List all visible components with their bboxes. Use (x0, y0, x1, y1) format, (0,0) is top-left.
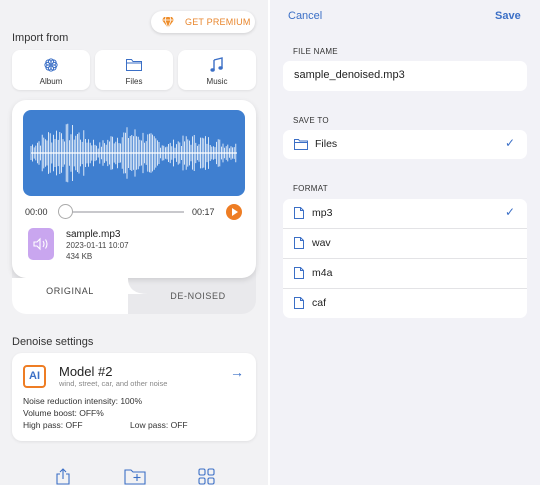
grid-icon[interactable] (198, 468, 215, 485)
format-label-m4a: m4a (312, 267, 333, 279)
import-album-label: Album (39, 77, 63, 86)
low-pass-setting: Low pass: OFF (130, 420, 188, 430)
folder-add-icon[interactable] (124, 468, 146, 485)
format-option-wav[interactable]: wav (283, 229, 527, 258)
checkmark-icon: ✓ (504, 136, 515, 150)
share-icon[interactable] (55, 468, 71, 485)
format-label-caf: caf (312, 297, 327, 309)
folder-icon (126, 59, 142, 71)
import-music-label: Music (206, 77, 228, 86)
get-premium-label: GET PREMIUM (185, 17, 251, 27)
save-button[interactable]: Save (495, 10, 521, 22)
save-to-label: SAVE TO (293, 116, 329, 125)
file-name: sample.mp3 (66, 229, 121, 240)
save-dialog-panel: Cancel Save FILE NAME sample_denoised.mp… (270, 0, 540, 485)
file-size: 434 KB (66, 252, 93, 261)
format-label-wav: wav (312, 237, 331, 249)
diamond-icon (162, 16, 174, 29)
import-album-button[interactable]: Album (12, 50, 90, 90)
format-option-mp3[interactable]: mp3 ✓ (283, 199, 527, 228)
save-to-row[interactable]: Files ✓ (283, 130, 527, 159)
file-date: 2023-01-11 10:07 (66, 241, 129, 250)
high-pass-setting: High pass: OFF (23, 420, 83, 430)
speaker-icon (33, 237, 48, 251)
format-label-mp3: mp3 (312, 207, 333, 219)
import-from-heading: Import from (12, 32, 69, 44)
document-icon (294, 297, 304, 309)
format-option-m4a[interactable]: m4a (283, 259, 527, 288)
document-icon (294, 207, 304, 219)
tab-original[interactable]: ORIGINAL (12, 286, 128, 296)
denoise-settings-heading: Denoise settings (12, 336, 94, 348)
document-icon (294, 267, 304, 279)
format-label: FORMAT (293, 184, 328, 193)
import-files-button[interactable]: Files (95, 50, 173, 90)
file-name-label: FILE NAME (293, 47, 338, 56)
document-icon (294, 237, 304, 249)
tab-denoised[interactable]: DE-NOISED (140, 291, 256, 301)
folder-icon (294, 139, 308, 150)
get-premium-button[interactable]: GET PREMIUM (151, 11, 255, 33)
volume-boost-setting: Volume boost: OFF% (23, 408, 104, 418)
flower-icon (44, 58, 58, 72)
file-name-value: sample_denoised.mp3 (294, 69, 405, 81)
time-total: 00:17 (192, 207, 215, 217)
model-description: wind, street, car, and other noise (59, 379, 168, 388)
checkmark-icon: ✓ (504, 205, 515, 219)
cancel-button[interactable]: Cancel (288, 10, 322, 22)
ai-badge-icon: AI (23, 365, 46, 388)
format-option-caf[interactable]: caf (283, 289, 527, 318)
save-to-value: Files (315, 138, 338, 150)
import-music-button[interactable]: Music (178, 50, 256, 90)
playback-slider-track[interactable] (66, 211, 184, 213)
denoise-app-panel: GET PREMIUM Import from Album Files Musi… (0, 0, 268, 485)
music-note-icon (210, 57, 223, 72)
arrow-right-icon[interactable]: → (230, 364, 244, 380)
import-files-label: Files (125, 77, 143, 86)
play-button[interactable] (226, 204, 242, 220)
noise-reduction-setting: Noise reduction intensity: 100% (23, 396, 143, 406)
import-buttons: Album Files Music (12, 50, 256, 90)
playback-slider-thumb[interactable] (58, 204, 73, 219)
file-name-field[interactable]: sample_denoised.mp3 (283, 61, 527, 91)
waveform-graphic (30, 123, 237, 183)
time-current: 00:00 (25, 207, 48, 217)
model-name: Model #2 (59, 364, 113, 379)
audio-file-icon (28, 228, 54, 260)
waveform-display[interactable] (23, 110, 245, 196)
original-tab-background (12, 278, 128, 314)
